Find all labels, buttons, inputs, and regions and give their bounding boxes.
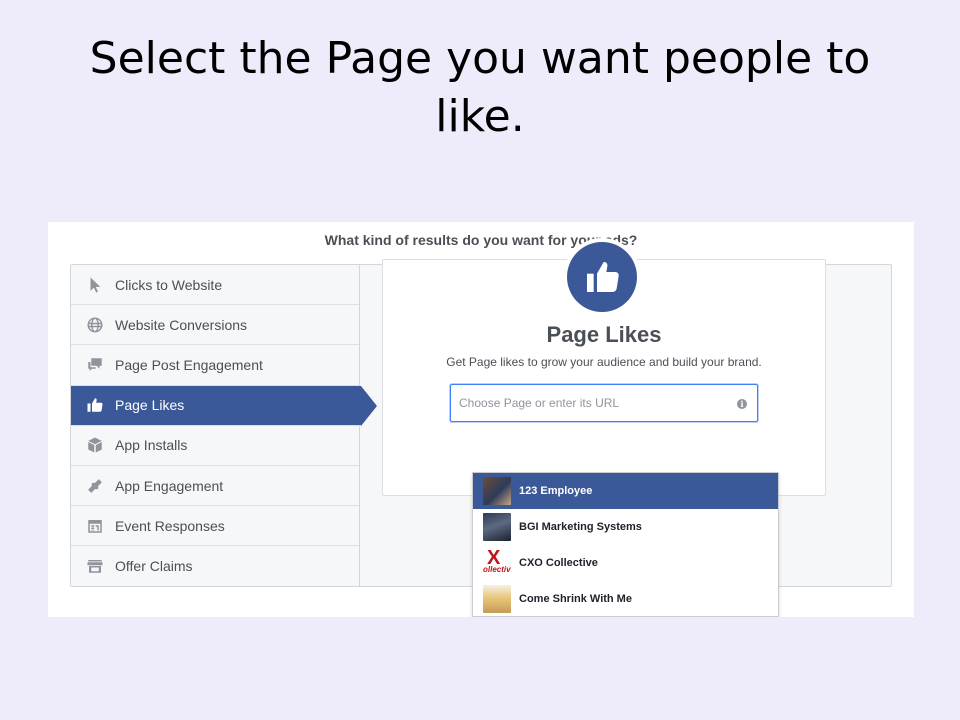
objective-badge: [563, 238, 641, 316]
page-avatar: X ollective: [483, 549, 511, 577]
menu-item-app-engagement[interactable]: App Engagement: [71, 466, 359, 507]
menu-item-clicks-to-website[interactable]: Clicks to Website: [71, 265, 359, 306]
storefront-icon: [85, 556, 105, 576]
thumbs-up-icon: [85, 395, 105, 415]
calendar-icon: [85, 516, 105, 536]
menu-item-label: Page Post Engagement: [115, 356, 263, 373]
ad-objective-screenshot: What kind of results do you want for you…: [48, 222, 914, 617]
page-option-bgi-marketing-systems[interactable]: BGI Marketing Systems: [473, 509, 778, 545]
objective-title: Page Likes: [546, 322, 662, 347]
page-avatar: [483, 477, 511, 505]
page-option-label: 123 Employee: [519, 485, 593, 497]
page-option-label: Come Shrink With Me: [519, 593, 632, 605]
menu-item-label: Website Conversions: [115, 316, 248, 333]
page-dropdown: 123 Employee BGI Marketing Systems X oll…: [472, 472, 779, 617]
menu-item-page-likes[interactable]: Page Likes: [71, 385, 377, 426]
page-option-come-shrink-with-me[interactable]: Come Shrink With Me: [473, 581, 778, 617]
page-option-cxo-collective[interactable]: X ollective CXO Collective: [473, 545, 778, 581]
slide-title: Select the Page you want people to like.: [89, 33, 871, 142]
gamepad-icon: [85, 476, 105, 496]
menu-item-offer-claims[interactable]: Offer Claims: [71, 546, 359, 586]
page-option-label: BGI Marketing Systems: [519, 521, 642, 533]
objective-question: What kind of results do you want for you…: [324, 232, 638, 248]
menu-item-label: App Installs: [115, 437, 188, 454]
chat-bubbles-icon: [85, 355, 105, 375]
menu-item-page-post-engagement[interactable]: Page Post Engagement: [71, 345, 359, 386]
menu-item-app-installs[interactable]: App Installs: [71, 426, 359, 466]
info-icon[interactable]: i: [737, 399, 747, 409]
cursor-icon: [85, 275, 105, 295]
menu-item-label: Page Likes: [115, 397, 185, 414]
globe-icon: [85, 315, 105, 335]
menu-item-label: Event Responses: [115, 517, 225, 534]
menu-item-label: Clicks to Website: [115, 276, 223, 293]
page-option-label: CXO Collective: [519, 557, 598, 569]
objective-menu: Clicks to Website Website Conversions Pa…: [71, 265, 377, 586]
objective-description: Get Page likes to grow your audience and…: [446, 355, 762, 369]
page-chooser[interactable]: i: [450, 384, 758, 422]
menu-item-label: Offer Claims: [115, 558, 193, 575]
cxo-logo-text: ollective: [483, 565, 511, 574]
page-avatar: [483, 513, 511, 541]
page-search-input[interactable]: [459, 393, 729, 413]
page-avatar: [483, 585, 511, 613]
page-option-123-employee[interactable]: 123 Employee: [473, 473, 778, 509]
menu-item-event-responses[interactable]: Event Responses: [71, 506, 359, 547]
menu-item-website-conversions[interactable]: Website Conversions: [71, 305, 359, 346]
menu-item-label: App Engagement: [115, 477, 224, 494]
box-icon: [85, 435, 105, 455]
thumbs-up-icon: [587, 262, 619, 293]
